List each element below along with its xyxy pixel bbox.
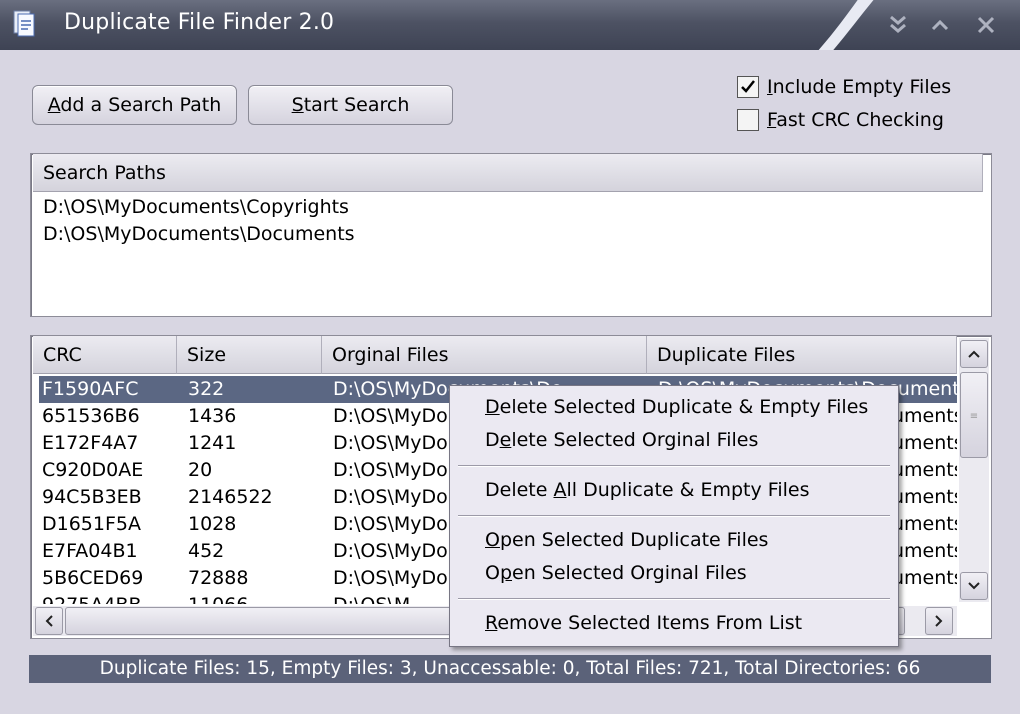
search-path-item[interactable]: D:\OS\MyDocuments\Documents [43, 223, 355, 245]
maximize-button[interactable] [926, 12, 954, 38]
cell-crc: D1651F5A [42, 513, 141, 535]
window-title: Duplicate File Finder 2.0 [64, 10, 335, 35]
chevron-down-icon [968, 582, 980, 590]
cell-crc: E7FA04B1 [42, 540, 138, 562]
cell-crc: F1590AFC [42, 378, 139, 400]
add-search-path-mnemonic: A [47, 94, 61, 116]
cell-crc: 9275A4BB [42, 592, 142, 604]
cell-size: 452 [188, 540, 225, 562]
cell-crc: E172F4A7 [42, 432, 139, 454]
start-search-mnemonic: S [291, 94, 304, 116]
context-menu[interactable]: Delete Selected Duplicate & Empty Files … [449, 385, 899, 647]
cell-size: 1028 [188, 513, 237, 535]
scroll-left-button[interactable] [35, 607, 63, 635]
cell-duplicate-file: uments [892, 513, 957, 535]
search-paths-header[interactable]: Search Paths [33, 154, 983, 192]
title-bar[interactable]: Duplicate File Finder 2.0 [0, 0, 1020, 50]
cell-size: 1241 [188, 432, 237, 454]
scroll-right-button[interactable] [925, 607, 953, 635]
column-header-size[interactable]: Size [177, 336, 322, 374]
menu-separator [458, 515, 890, 517]
include-empty-files-label: Include Empty Files [767, 76, 952, 98]
grip-icon: ≡ [969, 411, 979, 422]
cell-duplicate-file: uments [892, 432, 957, 454]
cell-size: 1436 [188, 405, 237, 427]
menu-item-delete-selected-duplicate[interactable]: Delete Selected Duplicate & Empty Files [485, 396, 868, 418]
menu-item-delete-selected-orginal[interactable]: Delete Selected Orginal Files [485, 429, 758, 451]
cell-orginal-file: D:\OS\MyDo [333, 567, 448, 589]
cell-size: 322 [188, 378, 225, 400]
minimize-button[interactable] [884, 12, 912, 38]
cell-crc: C920D0AE [42, 459, 144, 481]
menu-item-open-selected-duplicate[interactable]: Open Selected Duplicate Files [485, 529, 768, 551]
cell-size: 2146522 [188, 486, 273, 508]
chevron-right-icon [935, 615, 943, 627]
cell-duplicate-file: uments [892, 486, 957, 508]
chevron-left-icon [45, 615, 53, 627]
include-empty-files-box[interactable] [737, 76, 759, 98]
menu-item-open-selected-orginal[interactable]: Open Selected Orginal Files [485, 562, 747, 584]
cell-duplicate-file: uments [892, 459, 957, 481]
chevron-up-icon [968, 350, 980, 358]
fast-crc-checking-label: Fast CRC Checking [767, 109, 944, 131]
cell-orginal-file: D:\OS\MyDo [333, 513, 448, 535]
column-header-duplicate-files[interactable]: Duplicate Files [647, 336, 957, 374]
menu-separator [458, 598, 890, 600]
column-header-crc[interactable]: CRC [33, 336, 177, 374]
chevron-up-icon [931, 19, 949, 31]
cell-size: 72888 [188, 567, 249, 589]
vertical-scroll-thumb[interactable]: ≡ [960, 372, 988, 458]
cell-crc: 5B6CED69 [42, 567, 144, 589]
cell-crc: 651536B6 [42, 405, 140, 427]
cell-crc: 94C5B3EB [42, 486, 142, 508]
column-header-orginal-files[interactable]: Orginal Files [322, 336, 647, 374]
cell-duplicate-file: uments [892, 567, 957, 589]
add-search-path-button[interactable]: Add a Search Path [32, 85, 237, 125]
cell-orginal-file: D:\OS\MyDo [333, 486, 448, 508]
search-paths-list[interactable]: Search Paths D:\OS\MyDocuments\Copyright… [30, 153, 992, 317]
start-search-label: tart Search [303, 94, 410, 116]
cell-orginal-file: D:\OS\MyDo [333, 459, 448, 481]
include-empty-files-checkbox[interactable]: Include Empty Files [737, 74, 951, 100]
fast-crc-checking-checkbox[interactable]: Fast CRC Checking [737, 107, 944, 133]
menu-separator [458, 465, 890, 467]
menu-item-delete-all-duplicate[interactable]: Delete All Duplicate & Empty Files [485, 479, 809, 501]
cell-orginal-file: D:\OS\MyDo [333, 540, 448, 562]
app-icon [13, 10, 35, 37]
double-chevron-down-icon [890, 15, 906, 33]
status-bar: Duplicate Files: 15, Empty Files: 3, Una… [29, 655, 991, 683]
close-button[interactable] [972, 12, 1000, 38]
search-path-item[interactable]: D:\OS\MyDocuments\Copyrights [43, 196, 349, 218]
vertical-scrollbar[interactable]: ≡ [959, 338, 989, 602]
cell-orginal-file: D:\OS\MyDo [333, 405, 448, 427]
scroll-down-button[interactable] [960, 572, 988, 600]
cell-duplicate-file: uments [892, 540, 957, 562]
cell-orginal-file: D:\OS\MyDo [333, 432, 448, 454]
cell-duplicate-file: uments [892, 405, 957, 427]
start-search-button[interactable]: Start Search [248, 85, 453, 125]
cell-size: 20 [188, 459, 213, 481]
fast-crc-checking-box[interactable] [737, 109, 759, 131]
menu-item-remove-selected-items[interactable]: Remove Selected Items From List [485, 612, 802, 634]
cell-size: 11066 [188, 592, 248, 604]
checkmark-icon [741, 80, 755, 93]
add-search-path-label: dd a Search Path [60, 94, 222, 116]
scroll-up-button[interactable] [960, 340, 988, 368]
cell-orginal-file: D:\OS\M [333, 592, 410, 604]
close-icon [977, 16, 995, 34]
